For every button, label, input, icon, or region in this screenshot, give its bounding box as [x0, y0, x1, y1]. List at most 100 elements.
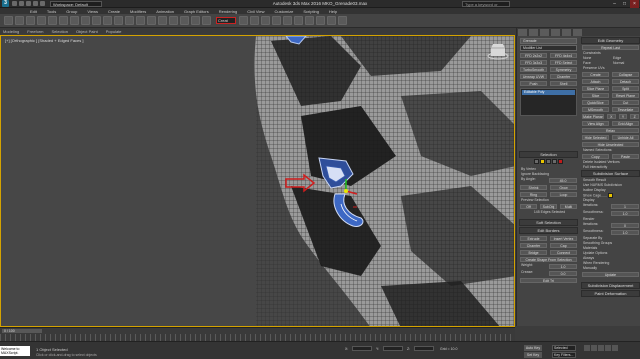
stack-item-editable-poly[interactable]: Editable Poly: [522, 90, 575, 95]
polygon-mode-icon[interactable]: [552, 159, 558, 165]
spinner-snap-button[interactable]: [202, 16, 211, 25]
search-input[interactable]: Type a keyword or phrase: [462, 1, 510, 12]
ffd-4x4x4-button[interactable]: FFD 4x4x4: [550, 53, 577, 58]
schematic-view-button[interactable]: [294, 16, 303, 25]
display-iterations-spinner[interactable]: 1: [611, 204, 639, 210]
planar-x-button[interactable]: X: [607, 114, 616, 119]
display-tab-icon[interactable]: [562, 28, 571, 36]
slice-plane-button[interactable]: Slice Plane: [582, 86, 609, 91]
attach-button[interactable]: Attach: [582, 79, 609, 84]
ring-button[interactable]: Ring: [520, 192, 547, 197]
save-file-icon[interactable]: [26, 1, 31, 6]
edit-geometry-rollout[interactable]: Edit Geometry: [581, 37, 640, 44]
mirror-button[interactable]: [239, 16, 248, 25]
menu-group[interactable]: Group: [66, 9, 77, 14]
display-smoothness-spinner[interactable]: 1.0: [611, 211, 639, 217]
selection-rollout[interactable]: Selection: [519, 151, 578, 158]
ribbon-tab-selection[interactable]: Selection: [51, 29, 67, 34]
connect-button[interactable]: Connect: [550, 250, 577, 255]
select-by-name-button[interactable]: [81, 16, 90, 25]
detach-button[interactable]: Detach: [612, 79, 639, 84]
maximize-button[interactable]: □: [620, 0, 629, 8]
timeline[interactable]: 0 / 100: [0, 327, 515, 342]
border-mode-icon[interactable]: [546, 159, 551, 165]
menu-edit[interactable]: Edit: [30, 9, 37, 14]
key-filters-button[interactable]: Key Filters...: [552, 352, 576, 358]
unhide-all-button[interactable]: Unhide All: [612, 135, 639, 140]
rendered-frame-button[interactable]: [327, 16, 336, 25]
open-file-icon[interactable]: [19, 1, 24, 6]
y-coord-field[interactable]: [383, 346, 403, 351]
planar-y-button[interactable]: Y: [618, 114, 628, 119]
preview-subobj-radio[interactable]: SubObj: [540, 204, 557, 209]
vertex-mode-icon[interactable]: [533, 159, 539, 165]
quickslice-button[interactable]: QuickSlice: [582, 100, 609, 105]
named-selection-set-field[interactable]: Creat: [216, 17, 236, 24]
render-iterations-spinner[interactable]: 0: [611, 223, 639, 229]
ref-coord-button[interactable]: [147, 16, 156, 25]
msmooth-button[interactable]: MSmooth: [582, 107, 609, 112]
menu-tools[interactable]: Tools: [47, 9, 56, 14]
preview-off-radio[interactable]: Off: [520, 204, 537, 209]
viewport-label[interactable]: [+] [Orthographic ] [Shaded + Edged Face…: [5, 38, 84, 43]
update-button[interactable]: Update: [582, 272, 639, 278]
z-coord-field[interactable]: [414, 346, 434, 351]
reset-plane-button[interactable]: Reset Plane: [612, 93, 639, 98]
ribbon-tab-modeling[interactable]: Modeling: [3, 29, 19, 34]
modifier-stack-list[interactable]: Editable Poly: [520, 88, 577, 116]
set-key-button[interactable]: Set Key: [524, 352, 542, 358]
modify-tab-icon[interactable]: [529, 28, 538, 36]
subdivision-displacement-rollout[interactable]: Subdivision Displacement: [581, 282, 640, 290]
close-button[interactable]: ×: [630, 0, 639, 8]
undo-button[interactable]: [4, 16, 13, 25]
edit-tri-button[interactable]: Edit Tri: [520, 278, 577, 283]
view-align-button[interactable]: View Align: [582, 121, 609, 126]
shell-button[interactable]: Shell: [550, 81, 577, 86]
element-mode-icon[interactable]: [558, 159, 564, 165]
tessellate-button[interactable]: Tessellate: [612, 107, 639, 112]
new-file-icon[interactable]: [12, 1, 17, 6]
menu-views[interactable]: Views: [87, 9, 98, 14]
perspective-viewport[interactable]: [+] [Orthographic ] [Shaded + Edged Face…: [0, 35, 515, 327]
maxscript-listener[interactable]: Welcome to MAXScript.: [0, 346, 30, 356]
weight-spinner[interactable]: 1.0: [549, 264, 577, 269]
manually-radio[interactable]: Manually: [581, 266, 640, 271]
time-slider[interactable]: 0 / 100: [2, 329, 42, 333]
scale-button[interactable]: [136, 16, 145, 25]
symmetry-button[interactable]: Symmetry: [550, 67, 577, 72]
layer-explorer-button[interactable]: [261, 16, 270, 25]
go-to-start-icon[interactable]: [584, 345, 590, 351]
create-tab-icon[interactable]: [518, 28, 527, 36]
motion-tab-icon[interactable]: [551, 28, 560, 36]
ribbon-tab-freeform[interactable]: Freeform: [27, 29, 43, 34]
copy-button[interactable]: Copy: [582, 154, 609, 159]
play-icon[interactable]: [598, 345, 604, 351]
hierarchy-tab-icon[interactable]: [540, 28, 549, 36]
render-smoothness-spinner[interactable]: 1.0: [611, 230, 639, 236]
shrink-button[interactable]: Shrink: [520, 185, 547, 190]
ffd-3x3x3-button[interactable]: FFD 3x3x3: [520, 60, 547, 65]
menu-animation[interactable]: Animation: [156, 9, 174, 14]
ffd-select-button[interactable]: FFD Select: [550, 60, 577, 65]
constraint-normal-radio[interactable]: Normal: [611, 61, 640, 66]
preview-multi-radio[interactable]: Multi: [560, 204, 577, 209]
modifier-list-dropdown[interactable]: Modifier List: [520, 45, 577, 51]
bridge-button[interactable]: Bridge: [520, 250, 547, 255]
angle-snap-button[interactable]: [180, 16, 189, 25]
menu-civil-view[interactable]: Civil View: [247, 9, 264, 14]
slice-button[interactable]: Slice: [582, 93, 609, 98]
pivot-button[interactable]: [158, 16, 167, 25]
menu-rendering[interactable]: Rendering: [219, 9, 237, 14]
ffd-2x2x2-button[interactable]: FFD 2x2x2: [520, 53, 547, 58]
material-editor-button[interactable]: [305, 16, 314, 25]
push-button[interactable]: Push: [520, 81, 547, 86]
collapse-button[interactable]: Collapse: [612, 72, 639, 77]
minimize-button[interactable]: –: [610, 0, 619, 8]
selection-filter-button[interactable]: [59, 16, 68, 25]
rotate-button[interactable]: [125, 16, 134, 25]
chamfer-button[interactable]: Chamfer: [520, 243, 547, 248]
subdivision-surface-rollout[interactable]: Subdivision Surface: [581, 170, 640, 177]
menu-help[interactable]: Help: [329, 9, 337, 14]
cut-button[interactable]: Cut: [612, 100, 639, 105]
select-object-button[interactable]: [70, 16, 79, 25]
